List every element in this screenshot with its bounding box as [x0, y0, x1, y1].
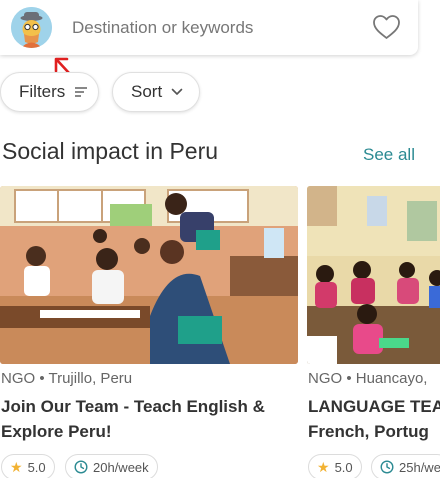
filters-button[interactable]: Filters [0, 72, 99, 112]
classroom-photo-icon [0, 186, 298, 364]
card-title-line: Join Our Team - Teach English & [1, 397, 265, 416]
hours-badge: 20h/week [65, 454, 158, 478]
card-title-line: French, Portug [308, 422, 429, 441]
star-icon: ★ [10, 458, 23, 475]
section-title: Social impact in Peru [2, 138, 219, 164]
chevron-down-icon [171, 88, 183, 95]
rating-value: 5.0 [334, 459, 353, 475]
search-bar [0, 0, 418, 55]
rating-badge: ★ 5.0 [1, 454, 55, 478]
card-meta: NGO • Trujillo, Peru [1, 370, 133, 387]
card-photo [0, 186, 298, 364]
avatar[interactable] [11, 7, 52, 48]
card-title-line: Explore Peru! [1, 422, 112, 441]
hours-value: 20h/week [93, 459, 149, 475]
rating-value: 5.0 [27, 459, 46, 475]
card-title-line: LANGUAGE TEA [308, 397, 440, 416]
rating-badge: ★ 5.0 [308, 454, 362, 478]
star-icon: ★ [317, 458, 330, 475]
card-title[interactable]: Join Our Team - Teach English & Explore … [1, 394, 265, 444]
card-photo [307, 186, 440, 364]
sort-button[interactable]: Sort [112, 72, 200, 112]
heart-icon[interactable] [371, 12, 402, 43]
classroom-photo-icon [307, 186, 440, 364]
clock-icon [380, 460, 394, 474]
filters-label: Filters [19, 82, 66, 101]
traveler-avatar-icon [11, 7, 52, 48]
see-all-link[interactable]: See all [363, 145, 415, 165]
sort-label: Sort [131, 82, 163, 101]
card-meta: NGO • Huancayo, [308, 370, 428, 387]
filter-lines-icon [75, 87, 88, 97]
hours-value: 25h/we [399, 459, 440, 475]
card-title[interactable]: LANGUAGE TEA French, Portug [308, 394, 440, 444]
search-input[interactable] [72, 14, 352, 42]
hours-badge: 25h/we [371, 454, 440, 478]
listing-card[interactable]: NGO • Huancayo, LANGUAGE TEA French, Por… [307, 186, 440, 478]
clock-icon [74, 460, 88, 474]
